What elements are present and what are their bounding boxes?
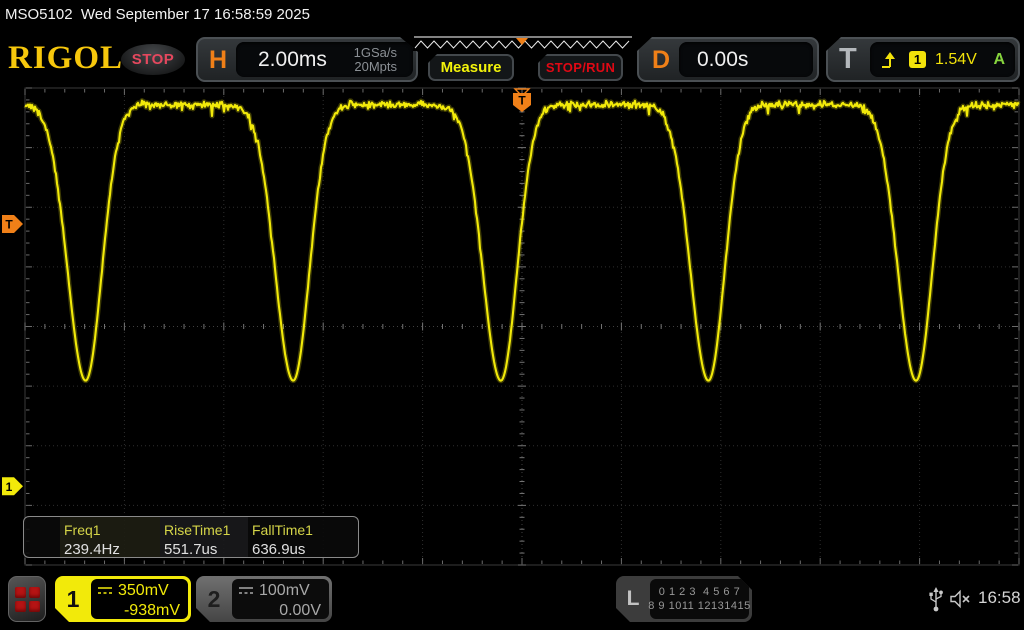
measurement-label: RiseTime1 [164,522,231,538]
trigger-level-marker[interactable]: T [2,214,23,233]
measurement-label: Freq1 [64,522,101,538]
digital-row-2: 8 9 1011 12131415 [648,600,751,612]
measurement-value: 239.4Hz [64,541,120,558]
measurement-value: 551.7us [164,541,218,558]
measurement-label: FallTime1 [252,522,313,538]
measurement-freq: Freq1 239.4Hz [60,517,160,558]
svg-text:T: T [5,217,13,231]
digital-channels-badge[interactable]: L 0 1 2 3 4 5 6 7 8 9 1011 12131415 [616,576,752,622]
clock: 16:58 [978,588,1021,607]
channel-2-scale: 100mV [259,582,310,599]
channel-1-position-marker[interactable]: 1 [2,477,23,496]
channel-1-badge[interactable]: 1 350mV -938mV [55,576,191,622]
digital-channels-panel: 0 1 2 3 4 5 6 7 8 9 1011 12131415 [650,579,749,619]
digital-row-1: 0 1 2 3 4 5 6 7 [658,586,741,598]
channel-1-offset: -938mV [123,602,180,619]
measurement-value: 636.9us [252,541,306,558]
menu-button[interactable] [8,576,46,622]
red-grid-menu-icon [14,586,40,612]
channel-2-badge[interactable]: 2 100mV 0.00V [196,576,332,622]
channel-2-panel: 100mV 0.00V [232,579,329,619]
measurements-panel[interactable]: Freq1 239.4Hz RiseTime1 551.7us FallTime… [23,516,359,558]
svg-text:1: 1 [6,480,13,494]
usb-icon [929,587,943,612]
dc-coupling-icon [97,586,113,596]
measurement-risetime: RiseTime1 551.7us [160,517,248,558]
channel-1-scale: 350mV [118,582,169,599]
channel-1-panel: 350mV -938mV [91,579,188,619]
speaker-muted-icon [950,589,970,609]
measurement-falltime: FallTime1 636.9us [248,517,348,558]
channel-2-offset: 0.00V [279,602,321,619]
dc-coupling-icon [238,586,254,596]
svg-text:T: T [518,94,526,108]
